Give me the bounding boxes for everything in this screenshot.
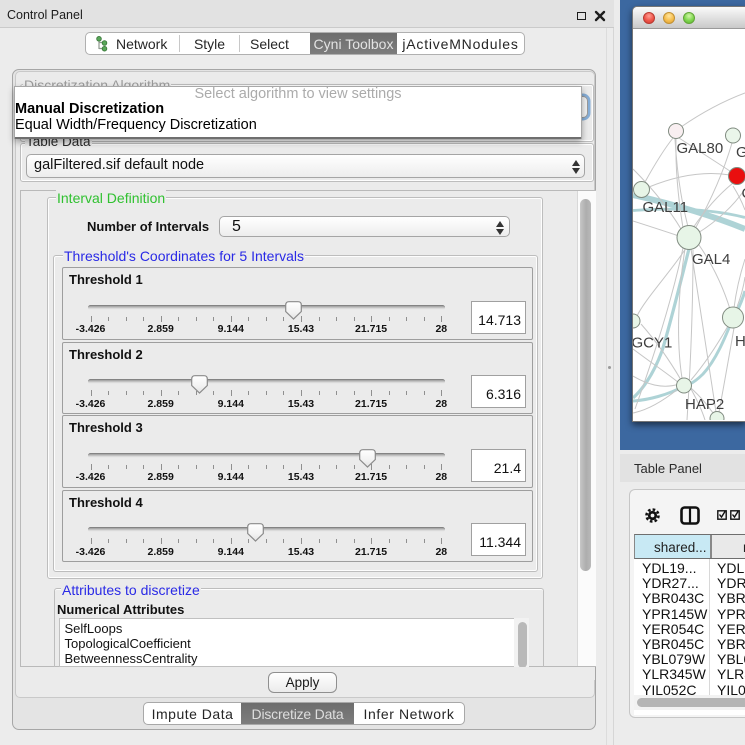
svg-text:GAL80: GAL80 xyxy=(677,140,724,157)
svg-text:H: H xyxy=(735,333,745,350)
svg-text:C: C xyxy=(742,185,745,202)
svg-text:GAL11: GAL11 xyxy=(643,199,689,216)
svg-text:GAL4: GAL4 xyxy=(692,251,730,268)
svg-text:HAP2: HAP2 xyxy=(685,396,724,413)
svg-text:GCY1: GCY1 xyxy=(633,335,672,352)
svg-text:GA: GA xyxy=(736,144,745,161)
